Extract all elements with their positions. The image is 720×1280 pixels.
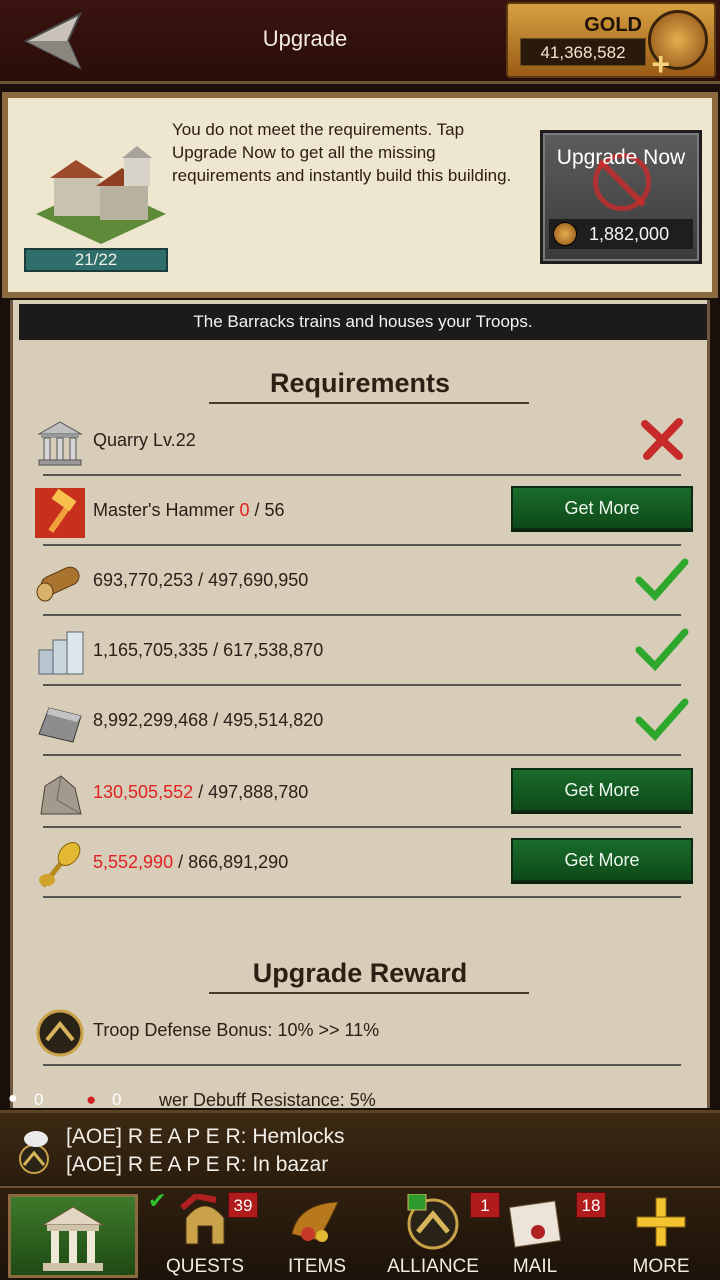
requirement-row-silver: 1,165,705,335 / 617,538,870 xyxy=(31,616,695,686)
building-summary-panel: 21/22 You do not meet the requirements. … xyxy=(2,92,718,298)
reward-row: Troop Defense Bonus: 10% >> 11% xyxy=(31,996,695,1066)
food-icon xyxy=(39,841,81,888)
plus-icon: + xyxy=(651,46,670,82)
requirement-row-iron: 8,992,299,468 / 495,514,820 xyxy=(31,686,695,756)
gold-balance-button[interactable]: GOLD 41,368,582 + xyxy=(506,2,716,82)
item-have: 8,992,299,468 xyxy=(93,710,209,730)
chat-message: [AOE] R E A P E R: In bazar xyxy=(66,1153,329,1176)
top-bar: Upgrade GOLD 41,368,582 + xyxy=(0,0,720,84)
chat-preview[interactable]: [AOE] R E A P E R: Hemlocks [AOE] R E A … xyxy=(0,1110,720,1186)
item-name: Master's Hammer xyxy=(93,500,235,520)
check-icon xyxy=(635,698,689,742)
iron-icon xyxy=(38,707,82,743)
spartan-helmet-icon xyxy=(407,1194,459,1250)
silver-icon xyxy=(38,631,84,675)
building-icon xyxy=(36,146,166,244)
nav-label: QUESTS xyxy=(165,1256,245,1277)
item-need: 617,538,870 xyxy=(223,640,324,660)
check-icon: ✔ xyxy=(148,1188,167,1213)
spartan-helmet-icon xyxy=(36,1009,84,1057)
wood-icon xyxy=(36,566,80,602)
item-need: 495,514,820 xyxy=(223,710,324,730)
nav-more[interactable]: MORE xyxy=(602,1188,720,1280)
check-icon xyxy=(635,628,689,672)
item-need: 56 xyxy=(264,500,285,520)
item-have: 0 xyxy=(239,500,250,520)
notification-badge: 39 xyxy=(228,1192,258,1218)
chat-icon xyxy=(19,1131,49,1174)
requirement-label: 5,552,990 / 866,891,290 xyxy=(93,852,289,872)
nav-label: ALLIANCE xyxy=(387,1256,479,1277)
item-have: 693,770,253 xyxy=(93,570,194,590)
alert-count: 0 xyxy=(112,1090,122,1109)
nav-label: MORE xyxy=(632,1256,690,1277)
upgrade-reward-heading: Upgrade Reward xyxy=(252,958,468,988)
item-have: 1,165,705,335 xyxy=(93,640,209,660)
requirement-label: 130,505,552 / 497,888,780 xyxy=(93,782,309,802)
quarry-icon xyxy=(37,421,83,466)
building-icon xyxy=(41,1206,105,1271)
back-arrow-icon[interactable] xyxy=(22,10,88,72)
requirement-label: 1,165,705,335 / 617,538,870 xyxy=(93,640,324,660)
requirement-row-wood: 693,770,253 / 497,690,950 xyxy=(31,546,695,616)
requirement-label: Quarry Lv.22 xyxy=(93,430,196,450)
city-button[interactable] xyxy=(8,1194,138,1278)
chat-message: [AOE] R E A P E R: Hemlocks xyxy=(66,1125,345,1148)
requirement-row-stone: 130,505,552 / 497,888,780 Get More xyxy=(31,758,695,828)
requirement-label: 693,770,253 / 497,690,950 xyxy=(93,570,309,590)
cost-value: 1,882,000 xyxy=(589,224,670,244)
mail-icon xyxy=(508,1200,562,1248)
gold-coin-icon xyxy=(553,222,577,246)
nav-mail[interactable]: 18 MAIL xyxy=(476,1188,606,1280)
heading-divider xyxy=(209,992,529,994)
building-level-progress: 21/22 xyxy=(24,248,168,272)
person-icon: ● xyxy=(8,1090,18,1107)
get-more-button[interactable]: Get More xyxy=(511,838,693,882)
online-count: 0 xyxy=(34,1090,44,1109)
requirement-label: Master's Hammer 0 / 56 xyxy=(93,500,285,520)
online-status-strip: ● 0 ● 0 xyxy=(0,1090,420,1112)
check-icon xyxy=(635,558,689,602)
row-divider xyxy=(43,896,681,898)
bottom-navigation: ✔ 39 QUESTS ITEMS 1 ALLIANCE 18 MAIL MOR… xyxy=(0,1186,720,1280)
hammer-icon xyxy=(35,488,85,538)
item-have: 5,552,990 xyxy=(93,852,174,872)
nav-items[interactable]: ITEMS xyxy=(258,1188,376,1280)
x-icon xyxy=(641,418,683,460)
nav-alliance[interactable]: 1 ALLIANCE xyxy=(374,1188,500,1280)
plus-icon xyxy=(636,1197,686,1247)
item-have: 130,505,552 xyxy=(93,782,194,802)
get-more-button[interactable]: Get More xyxy=(511,768,693,812)
item-need: 497,690,950 xyxy=(208,570,309,590)
row-divider xyxy=(43,754,681,756)
requirements-notice: You do not meet the requirements. Tap Up… xyxy=(172,120,512,185)
page-title: Upgrade xyxy=(262,26,348,51)
upgrade-now-label: Upgrade Now xyxy=(556,146,686,169)
stone-icon xyxy=(40,775,82,815)
building-description: The Barracks trains and houses your Troo… xyxy=(19,304,707,340)
upgrade-now-button[interactable]: Upgrade Now 1,882,000 xyxy=(540,130,702,264)
requirement-label: 8,992,299,468 / 495,514,820 xyxy=(93,710,324,730)
nav-label: ITEMS xyxy=(287,1256,347,1277)
item-need: 866,891,290 xyxy=(188,852,289,872)
requirements-panel[interactable]: The Barracks trains and houses your Troo… xyxy=(10,300,710,1108)
requirements-heading: Requirements xyxy=(269,368,451,398)
heading-divider xyxy=(209,402,529,404)
gold-label: GOLD xyxy=(584,14,642,36)
requirement-row-masters-hammer: Master's Hammer 0 / 56 Get More xyxy=(31,476,695,546)
get-more-button[interactable]: Get More xyxy=(511,486,693,530)
reward-label: Troop Defense Bonus: 10% >> 11% xyxy=(93,1020,380,1040)
upgrade-now-cost: 1,882,000 xyxy=(549,219,693,249)
nav-label: MAIL xyxy=(512,1256,558,1277)
item-need: 497,888,780 xyxy=(208,782,309,802)
gold-amount: 41,368,582 xyxy=(520,38,646,66)
nav-quests[interactable]: ✔ 39 QUESTS xyxy=(146,1188,264,1280)
cornucopia-icon xyxy=(291,1201,339,1242)
alert-icon: ● xyxy=(86,1090,97,1109)
requirement-row-quarry: Quarry Lv.22 xyxy=(31,406,695,476)
spartan-helmet-icon xyxy=(180,1194,225,1245)
requirement-row-food: 5,552,990 / 866,891,290 Get More xyxy=(31,828,695,898)
